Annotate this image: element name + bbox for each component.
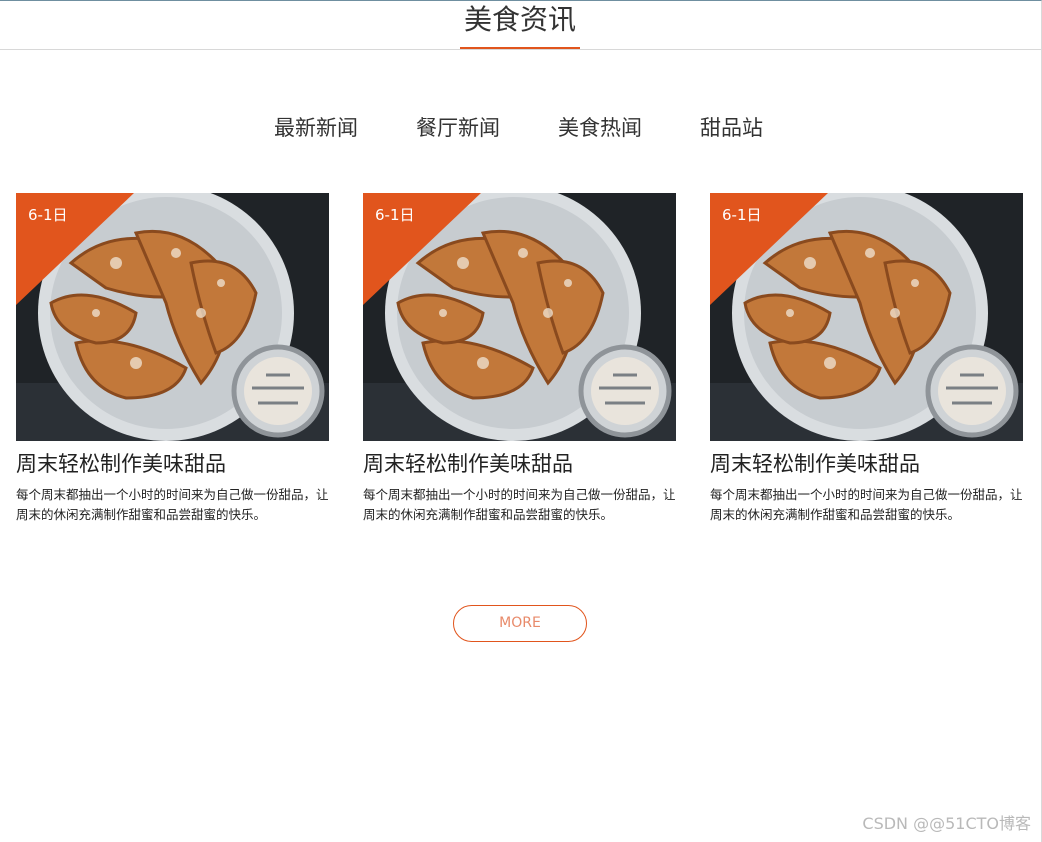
pastry-photo[interactable]: 6-1日 [363,193,676,441]
card-description: 每个周末都抽出一个小时的时间来为自己做一份甜品，让周末的休闲充满制作甜蜜和品尝甜… [16,487,329,522]
news-card[interactable]: 6-1日 周末轻松制作美味甜品 每个周末都抽出一个小时的时间来为自己做一份甜品，… [710,193,1023,525]
news-card[interactable]: 6-1日 周末轻松制作美味甜品 每个周末都抽出一个小时的时间来为自己做一份甜品，… [16,193,329,525]
card-title[interactable]: 周末轻松制作美味甜品 [16,449,329,479]
card-title[interactable]: 周末轻松制作美味甜品 [363,449,676,479]
card-title[interactable]: 周末轻松制作美味甜品 [710,449,1023,479]
tab-latest-news[interactable]: 最新新闻 [274,111,358,145]
tab-food-hot-news[interactable]: 美食热闻 [558,111,642,145]
pastry-photo[interactable]: 6-1日 [710,193,1023,441]
pastry-photo[interactable]: 6-1日 [16,193,329,441]
card-description: 每个周末都抽出一个小时的时间来为自己做一份甜品，让周末的休闲充满制作甜蜜和品尝甜… [710,487,1023,522]
date-label: 6-1日 [375,206,415,224]
section-header: 美食资讯 [0,1,1041,50]
date-label: 6-1日 [722,206,762,224]
date-label: 6-1日 [28,206,68,224]
more-button[interactable]: MORE [453,605,587,642]
section-title: 美食资讯 [460,1,580,49]
tab-dessert-station[interactable]: 甜品站 [700,111,763,145]
news-card[interactable]: 6-1日 周末轻松制作美味甜品 每个周末都抽出一个小时的时间来为自己做一份甜品，… [363,193,676,525]
card-description: 每个周末都抽出一个小时的时间来为自己做一份甜品，让周末的休闲充满制作甜蜜和品尝甜… [363,487,676,522]
csdn-watermark: CSDN @@51CTO博客 [862,814,1031,833]
news-tabs: 最新新闻 餐厅新闻 美食热闻 甜品站 [0,111,1040,145]
news-page: 美食资讯 最新新闻 餐厅新闻 美食热闻 甜品站 6-1日 周末轻松制作美味甜品 … [0,0,1042,842]
tab-restaurant-news[interactable]: 餐厅新闻 [416,111,500,145]
